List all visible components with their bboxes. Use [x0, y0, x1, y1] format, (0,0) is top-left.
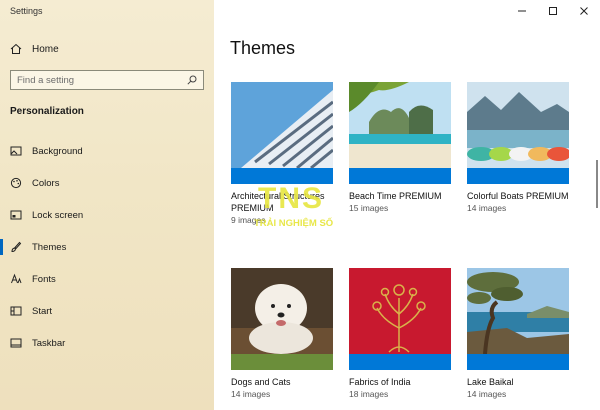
close-button[interactable]: [577, 4, 591, 18]
sidebar-item-start[interactable]: Start: [0, 301, 214, 321]
theme-accent-stripe: [467, 168, 569, 184]
watermark-logo: TNS TRẢI NGHIỆM SỐ: [252, 180, 348, 230]
scrollbar[interactable]: [596, 160, 598, 208]
home-link[interactable]: Home: [10, 41, 59, 57]
theme-accent-stripe: [467, 354, 569, 370]
theme-image-count: 14 images: [467, 203, 507, 213]
sidebar: Settings Home Find a setting Personaliza…: [0, 0, 214, 410]
search-placeholder: Find a setting: [17, 74, 75, 86]
brush-icon: [10, 241, 22, 253]
taskbar-icon: [10, 337, 22, 349]
theme-card-lake-baikal[interactable]: Lake Baikal 14 images: [467, 268, 569, 399]
theme-card-beach-time[interactable]: Beach Time PREMIUM 15 images: [349, 82, 451, 213]
theme-accent-stripe: [231, 354, 333, 370]
sidebar-item-themes[interactable]: Themes: [0, 237, 214, 257]
sidebar-item-fonts[interactable]: Fonts: [0, 269, 214, 289]
font-icon: [10, 273, 22, 285]
theme-name: Colorful Boats PREMIUM: [467, 191, 569, 201]
close-icon: [580, 7, 588, 15]
theme-image-count: 14 images: [467, 389, 507, 399]
theme-image-count: 14 images: [231, 389, 271, 399]
theme-name: Fabrics of India: [349, 377, 411, 387]
home-label: Home: [32, 43, 59, 55]
minimize-icon: [518, 10, 526, 12]
theme-name: Beach Time PREMIUM: [349, 191, 442, 201]
theme-thumbnail[interactable]: [467, 268, 569, 370]
sidebar-item-background[interactable]: Background: [0, 141, 214, 161]
theme-thumbnail[interactable]: [349, 268, 451, 370]
sidebar-item-label: Taskbar: [32, 337, 66, 349]
theme-card-dogs-and-cats[interactable]: Dogs and Cats 14 images: [231, 268, 333, 399]
search-input[interactable]: Find a setting: [10, 70, 204, 90]
sidebar-item-label: Start: [32, 305, 53, 317]
section-title: Personalization: [10, 106, 84, 117]
sidebar-item-label: Colors: [32, 177, 60, 189]
theme-name: Lake Baikal: [467, 377, 514, 387]
theme-accent-stripe: [349, 354, 451, 370]
maximize-button[interactable]: [546, 4, 560, 18]
theme-image-count: 18 images: [349, 389, 389, 399]
page-title: Themes: [230, 38, 296, 58]
sidebar-item-taskbar[interactable]: Taskbar: [0, 333, 214, 353]
theme-card-fabrics-of-india[interactable]: Fabrics of India 18 images: [349, 268, 451, 399]
search-icon[interactable]: [187, 75, 197, 85]
sidebar-item-label: Themes: [32, 241, 67, 253]
sidebar-item-label: Background: [32, 145, 83, 157]
sidebar-item-label: Fonts: [32, 273, 56, 285]
theme-thumbnail[interactable]: [467, 82, 569, 184]
lock-screen-icon: [10, 209, 22, 221]
sidebar-item-colors[interactable]: Colors: [0, 173, 214, 193]
svg-text:TNS: TNS: [258, 182, 324, 215]
window-title: Settings: [10, 6, 43, 16]
picture-icon: [10, 145, 22, 157]
theme-image-count: 15 images: [349, 203, 389, 213]
theme-thumbnail[interactable]: [231, 268, 333, 370]
home-icon: [10, 43, 22, 54]
theme-name: Dogs and Cats: [231, 377, 291, 387]
theme-accent-stripe: [349, 168, 451, 184]
theme-thumbnail[interactable]: [231, 82, 333, 184]
sidebar-item-label: Lock screen: [32, 209, 84, 221]
svg-text:TRẢI NGHIỆM SỐ: TRẢI NGHIỆM SỐ: [254, 217, 333, 229]
minimize-button[interactable]: [515, 4, 529, 18]
palette-icon: [10, 177, 22, 189]
sidebar-item-lock-screen[interactable]: Lock screen: [0, 205, 214, 225]
maximize-icon: [549, 7, 557, 15]
theme-card-colorful-boats[interactable]: Colorful Boats PREMIUM 14 images: [467, 82, 569, 213]
start-icon: [10, 305, 22, 317]
theme-thumbnail[interactable]: [349, 82, 451, 184]
